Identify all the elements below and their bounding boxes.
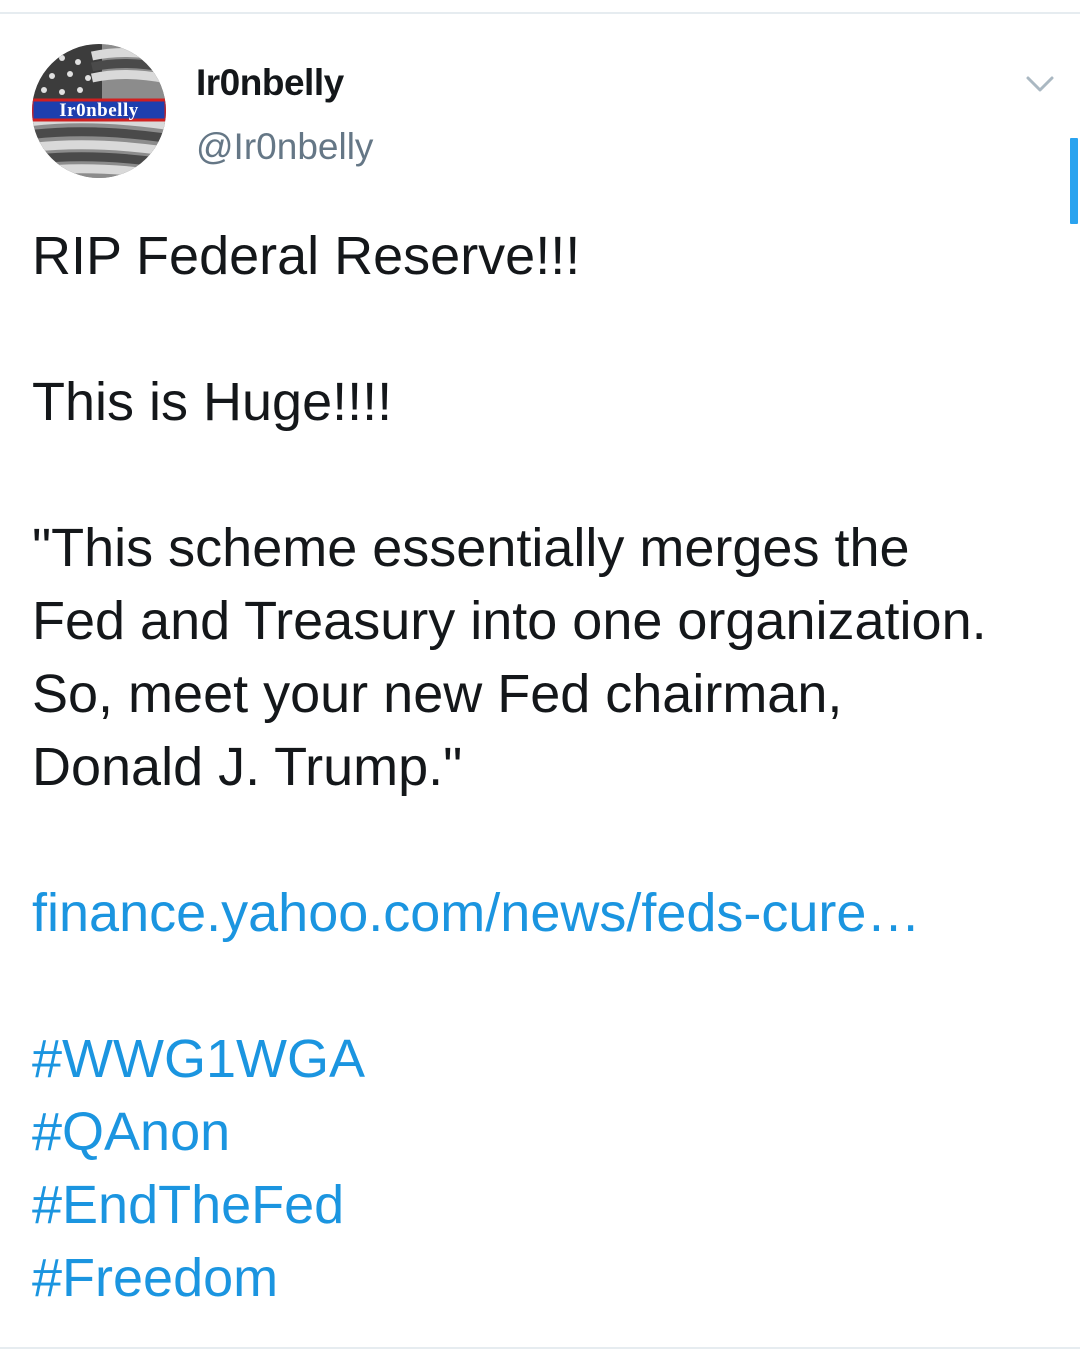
tweet-line: This is Huge!!!! (32, 372, 393, 432)
tweet-line: So, meet your new Fed chairman, (32, 664, 843, 724)
avatar-logo-text: Ir0nbelly (59, 100, 138, 121)
chevron-down-icon[interactable] (1022, 66, 1058, 102)
hashtag-link[interactable]: #Freedom (32, 1248, 278, 1308)
tweet-line: "This scheme essentially merges the (32, 518, 910, 578)
author-display-name[interactable]: Ir0nbelly (196, 62, 344, 104)
tweet-header: Ir0nbelly Ir0nbelly @Ir0nbelly (32, 44, 1054, 184)
top-divider (0, 12, 1080, 14)
hashtag-link[interactable]: #WWG1WGA (32, 1029, 365, 1089)
bottom-divider (0, 1347, 1080, 1349)
tweet-line: RIP Federal Reserve!!! (32, 226, 581, 286)
tweet-text: RIP Federal Reserve!!! This is Huge!!!! … (32, 220, 1062, 1315)
avatar-image: Ir0nbelly (32, 44, 166, 178)
hashtag-link[interactable]: #EndTheFed (32, 1175, 344, 1235)
hashtag-link[interactable]: #QAnon (32, 1102, 230, 1162)
scroll-indicator[interactable] (1070, 138, 1078, 224)
article-link[interactable]: finance.yahoo.com/news/feds-cure… (32, 883, 920, 943)
avatar[interactable]: Ir0nbelly (32, 44, 166, 178)
author-handle[interactable]: @Ir0nbelly (196, 126, 373, 168)
tweet-line: Fed and Treasury into one organization. (32, 591, 987, 651)
tweet-line: Donald J. Trump." (32, 737, 463, 797)
